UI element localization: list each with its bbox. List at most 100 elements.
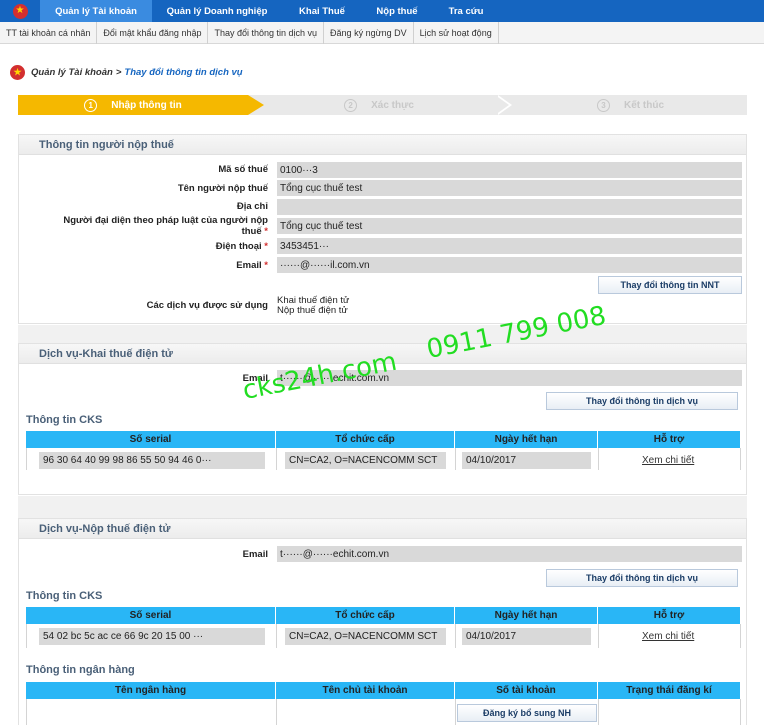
required-mark: * [264, 226, 268, 237]
change-taxpayer-info-button[interactable]: Thay đổi thông tin NNT [598, 276, 742, 294]
required-mark: * [264, 260, 268, 271]
col-registration-status: Trạng thái đăng kí [626, 685, 712, 696]
ekhai-expiry-cell: 04/10/2017 [462, 452, 591, 469]
table-border [740, 448, 741, 470]
ekhai-cks-table-header: Số serial Tổ chức cấp Ngày hết hạn Hỗ tr… [26, 431, 740, 448]
step-finish: 3 Kết thúc [514, 95, 747, 115]
step-separator-inner [495, 95, 509, 115]
col-issuer: Tổ chức cấp [276, 607, 455, 624]
subnav-personal-info[interactable]: TT tài khoản cá nhân [0, 21, 98, 44]
email-label: Email * [60, 260, 268, 271]
step-number-icon: 1 [84, 98, 98, 112]
ekhai-email-label: Email [242, 373, 268, 384]
email-field: ······@······il.com.vn [277, 257, 742, 273]
table-border [26, 624, 27, 648]
breadcrumb: ★ Quản lý Tài khoản > Thay đổi thông tin… [10, 64, 243, 80]
table-border [276, 699, 277, 725]
step-label: Xác thực [371, 99, 414, 111]
service-item-enop: Nộp thuế điện tử [277, 305, 348, 316]
table-border [598, 624, 599, 648]
ekhai-serial-cell: 96 30 64 40 99 98 86 55 50 94 46 0··· [39, 452, 265, 469]
ekhai-cks-title: Thông tin CKS [26, 414, 103, 426]
add-bank-button[interactable]: Đăng ký bổ sung NH [457, 704, 597, 722]
table-border [455, 448, 456, 470]
subnav-activity-history[interactable]: Lịch sử hoạt động [414, 21, 499, 44]
nav-tax-payment[interactable]: Nộp thuế [362, 0, 432, 22]
enop-email-label: Email [242, 549, 268, 560]
progress-steps: 1 Nhập thông tin 2 Xác thực 3 Kết thúc [18, 95, 747, 115]
col-expiry: Ngày hết hạn [455, 607, 598, 624]
table-border [455, 699, 456, 725]
legal-rep-label-line1: Người đại diện theo pháp luật của người … [63, 215, 268, 226]
enop-issuer-cell: CN=CA2, O=NACENCOMM SCT [285, 628, 446, 645]
section-title: Thông tin người nộp thuế [19, 135, 746, 155]
tax-code-field: 0100···3 [277, 162, 742, 178]
col-serial: Số serial [26, 607, 276, 624]
home-logo[interactable]: ★ [0, 0, 40, 22]
ekhai-view-details-link[interactable]: Xem chi tiết [642, 455, 694, 466]
col-issuer: Tổ chức cấp [276, 431, 455, 448]
section-gap [18, 325, 747, 343]
step-verify: 2 Xác thực [264, 95, 494, 115]
breadcrumb-root[interactable]: Quản lý Tài khoản [31, 67, 113, 78]
subnav-stop-service[interactable]: Đăng ký ngừng DV [324, 21, 414, 44]
email-label-text: Email [236, 260, 262, 271]
top-nav: ★ Quản lý Tài khoản Quản lý Doanh nghiệp… [0, 0, 764, 22]
table-border [740, 699, 741, 725]
table-border [26, 699, 27, 725]
enop-cks-table-header: Số serial Tổ chức cấp Ngày hết hạn Hỗ tr… [26, 607, 740, 624]
table-border [455, 624, 456, 648]
services-used-label: Các dịch vụ được sử dụng [146, 300, 268, 311]
subnav-change-password[interactable]: Đổi mật khẩu đăng nhập [97, 21, 209, 44]
table-border [26, 448, 27, 470]
nav-business-management[interactable]: Quản lý Doanh nghiệp [152, 0, 282, 22]
enop-email-field: t······@······echit.com.vn [277, 546, 742, 562]
ekhai-change-service-button[interactable]: Thay đổi thông tin dịch vụ [546, 392, 738, 410]
step-enter-info: 1 Nhập thông tin [18, 95, 248, 115]
col-account-number: Số tài khoản [455, 682, 598, 699]
national-emblem-icon: ★ [12, 3, 28, 19]
table-border [276, 448, 277, 470]
col-account-holder: Tên chủ tài khoản [276, 682, 455, 699]
legal-rep-field: Tổng cục thuế test [277, 218, 742, 234]
sub-nav: TT tài khoản cá nhân Đổi mật khẩu đăng n… [0, 21, 764, 44]
nav-account-management[interactable]: Quản lý Tài khoản [40, 0, 152, 22]
table-border [276, 624, 277, 648]
phone-label: Điện thoại * [60, 241, 268, 252]
bank-table-header: Tên ngân hàng Tên chủ tài khoản Số tài k… [26, 682, 740, 699]
legal-rep-label: Người đại diện theo pháp luật của người … [30, 215, 268, 237]
tax-code-label: Mã số thuế [218, 164, 268, 175]
national-emblem-icon: ★ [10, 64, 25, 80]
enop-view-details-link[interactable]: Xem chi tiết [642, 631, 694, 642]
step-active-arrow [248, 95, 264, 115]
enop-change-service-button[interactable]: Thay đổi thông tin dịch vụ [546, 569, 738, 587]
enop-expiry-cell: 04/10/2017 [462, 628, 591, 645]
bank-info-title: Thông tin ngân hàng [26, 664, 135, 676]
breadcrumb-current: Thay đổi thông tin dịch vụ [124, 66, 243, 78]
step-label: Kết thúc [624, 99, 664, 111]
col-serial: Số serial [26, 431, 276, 448]
required-mark: * [264, 241, 268, 252]
col-bank-name: Tên ngân hàng [26, 682, 276, 699]
phone-field: 3453451··· [277, 238, 742, 254]
breadcrumb-separator: > [115, 66, 122, 78]
ekhai-issuer-cell: CN=CA2, O=NACENCOMM SCT [285, 452, 446, 469]
section-title: Dịch vụ-Nộp thuế điện tử [19, 519, 746, 539]
step-number-icon: 2 [344, 98, 358, 112]
col-support: Hỗ trợ [653, 610, 685, 621]
taxpayer-name-field: Tổng cục thuế test [277, 180, 742, 196]
subnav-change-service-info[interactable]: Thay đổi thông tin dịch vụ [208, 21, 325, 44]
table-border [740, 624, 741, 648]
nav-tax-declaration[interactable]: Khai Thuế [282, 0, 362, 22]
nav-lookup[interactable]: Tra cứu [432, 0, 500, 22]
step-label: Nhập thông tin [111, 99, 182, 111]
enop-cks-title: Thông tin CKS [26, 590, 103, 602]
step-number-icon: 3 [597, 98, 610, 112]
section-gap [18, 496, 747, 518]
taxpayer-name-label: Tên người nộp thuế [177, 183, 268, 194]
table-border [598, 448, 599, 470]
legal-rep-label-line2: thuế [241, 226, 262, 237]
address-field [277, 199, 742, 215]
col-support: Hỗ trợ [653, 434, 685, 445]
phone-label-text: Điện thoại [215, 241, 262, 252]
